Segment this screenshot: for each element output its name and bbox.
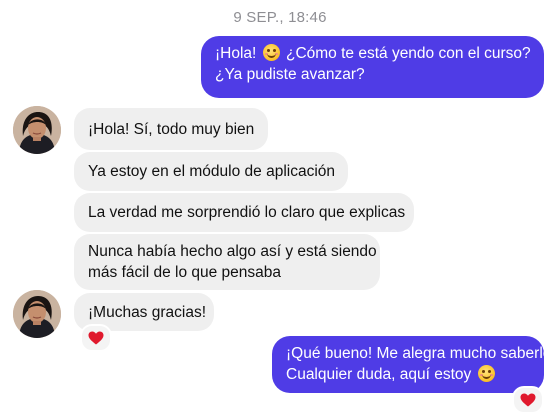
incoming-message[interactable]: La verdad me sorprendió lo claro que exp… (74, 193, 414, 232)
message-text: La verdad me sorprendió lo claro que exp… (88, 204, 406, 221)
message-reaction[interactable] (512, 386, 544, 414)
message-text: ¡Hola! Sí, todo muy bien (88, 120, 255, 138)
message-line: ¡Hola! ¿Cómo te está yendo con el curso? (215, 43, 531, 64)
red-heart-icon (88, 331, 104, 345)
chat-thread: 9 SEP., 18:46 ¡Hola! ¿Cómo te está yendo… (0, 0, 560, 420)
incoming-message[interactable]: Ya estoy en el módulo de aplicación (74, 152, 348, 191)
incoming-message[interactable]: Nunca había hecho algo así y está siendo… (74, 234, 380, 290)
incoming-message[interactable]: ¡Hola! Sí, todo muy bien (74, 108, 268, 150)
message-reaction[interactable] (80, 324, 112, 352)
smiling-face-icon (477, 365, 495, 382)
message-text: Ya estoy en el módulo de aplicación (88, 163, 336, 180)
message-text: ¡Qué bueno! Me alegra mucho saberlo. (286, 345, 556, 362)
contact-avatar[interactable] (13, 106, 61, 154)
message-text: Cualquier duda, aquí estoy (286, 366, 472, 383)
message-text: ¡Muchas gracias! (88, 303, 207, 321)
red-heart-icon (520, 393, 536, 407)
contact-avatar[interactable] (13, 290, 61, 338)
message-timestamp: 9 SEP., 18:46 (233, 9, 327, 26)
message-text: ¿Ya pudiste avanzar? (215, 66, 365, 83)
message-line: Cualquier duda, aquí estoy (286, 364, 530, 385)
outgoing-message[interactable]: ¡Hola! ¿Cómo te está yendo con el curso?… (201, 36, 544, 98)
message-text: ¿Cómo te está yendo con el curso? (285, 45, 531, 62)
smiling-face-icon (262, 44, 280, 61)
message-text: más fácil de lo que pensaba (88, 264, 282, 281)
message-text: Nunca había hecho algo así y está siendo (88, 243, 377, 260)
message-text: ¡Hola! (215, 45, 257, 62)
outgoing-message[interactable]: ¡Qué bueno! Me alegra mucho saberlo. Cua… (272, 336, 556, 393)
